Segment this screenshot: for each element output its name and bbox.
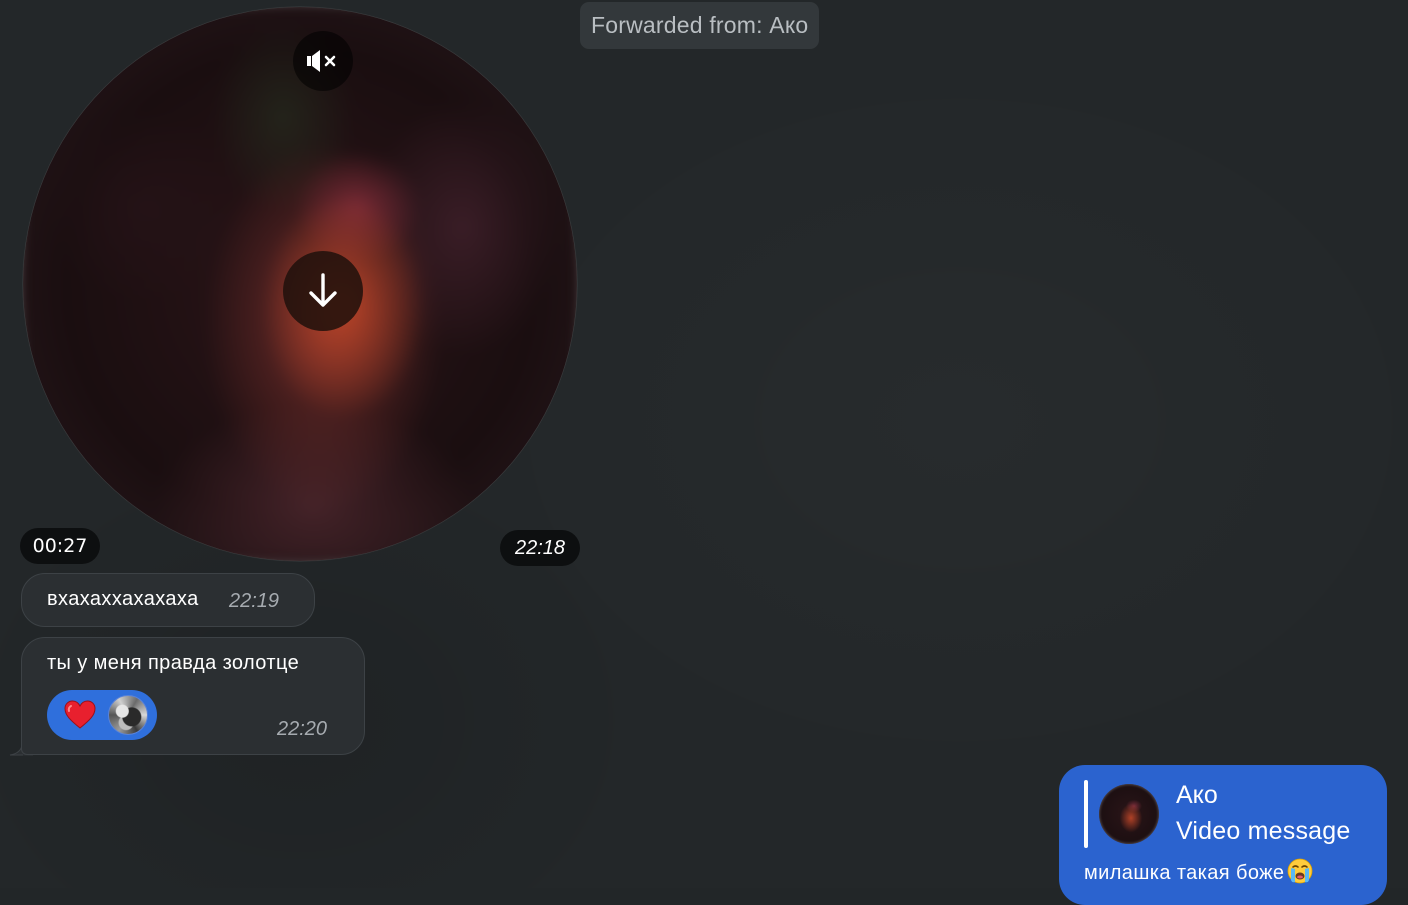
crying-face-icon (1288, 858, 1313, 884)
outgoing-message-bubble[interactable]: Ако Video message милашка такая боже (1059, 765, 1387, 905)
video-timestamp: 22:18 (500, 530, 580, 566)
reply-sender-name[interactable]: Ако (1176, 781, 1218, 810)
reply-bar (1084, 780, 1088, 848)
mute-button[interactable] (293, 31, 353, 91)
incoming-message-bubble[interactable]: вхахаххахахаха 22:19 (21, 573, 315, 627)
reply-video-thumbnail[interactable] (1099, 784, 1159, 844)
message-timestamp: 22:19 (229, 590, 280, 612)
message-text: вхахаххахахаха (47, 588, 199, 610)
forwarded-from-label[interactable]: Forwarded from: Ако (580, 2, 820, 49)
message-text: милашка такая боже (1084, 862, 1285, 884)
outgoing-message-line: милашка такая боже (1084, 858, 1313, 885)
download-button[interactable] (283, 251, 363, 331)
message-text: ты у меня правда золотце (47, 652, 300, 674)
avatar (108, 695, 148, 735)
arrow-down-icon (309, 273, 337, 307)
incoming-message-bubble[interactable]: ты у меня правда золотце 22:20 (21, 637, 365, 755)
red-heart-icon (64, 700, 96, 729)
video-duration: 00:27 (20, 528, 100, 564)
message-timestamp: 22:20 (277, 718, 328, 740)
reaction-pill[interactable] (47, 690, 157, 740)
reply-message-type[interactable]: Video message (1176, 817, 1350, 846)
speaker-muted-icon (307, 50, 336, 72)
video-message-circle[interactable] (23, 7, 577, 561)
